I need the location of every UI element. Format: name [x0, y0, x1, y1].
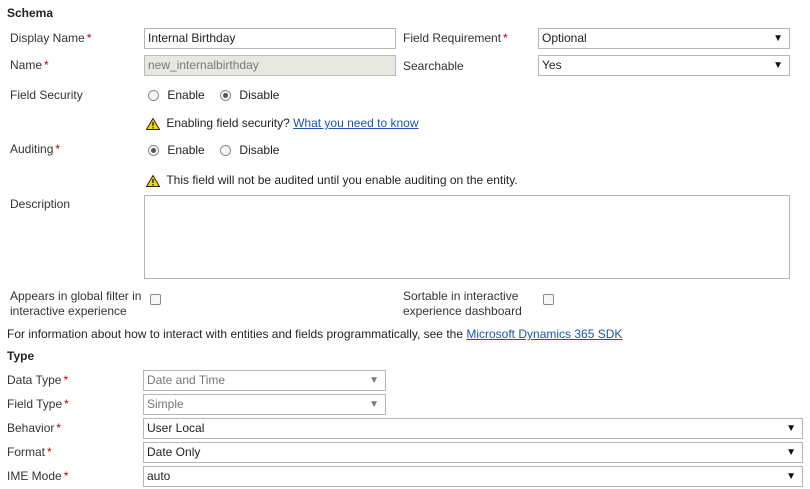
field-security-radio-group: Enable Disable [148, 88, 279, 102]
dropdown-arrow-icon: ▼ [786, 423, 796, 434]
global-filter-checkbox[interactable] [150, 294, 161, 305]
auditing-disable-radio[interactable] [220, 145, 232, 157]
required-marker: * [44, 58, 49, 72]
sdk-note-text: For information about how to interact wi… [7, 327, 463, 341]
required-marker: * [55, 142, 61, 156]
required-marker: * [64, 397, 69, 411]
field-security-warning-text: Enabling field security? [166, 116, 290, 130]
format-select[interactable]: Date Only ▼ [143, 442, 803, 463]
behavior-label: Behavior * [7, 421, 62, 435]
auditing-warning-text: This field will not be audited until you… [166, 173, 518, 187]
format-label: Format * [7, 445, 52, 459]
sdk-note: For information about how to interact wi… [7, 327, 622, 341]
auditing-warning: This field will not be audited until you… [146, 173, 518, 187]
searchable-select[interactable]: Yes ▼ [538, 55, 790, 76]
warning-icon [146, 174, 160, 187]
description-textarea[interactable] [144, 195, 790, 279]
required-marker: * [86, 31, 92, 45]
auditing-enable-radio[interactable] [148, 145, 159, 157]
data-type-label: Data Type * [7, 373, 69, 387]
display-name-label: Display Name * [10, 31, 92, 45]
name-input[interactable]: new_internalbirthday [144, 55, 396, 76]
ime-mode-select[interactable]: auto ▼ [143, 466, 803, 487]
searchable-label: Searchable [403, 59, 464, 73]
field-type-select[interactable]: Simple ▼ [143, 394, 386, 415]
required-marker: * [503, 31, 508, 45]
required-marker: * [63, 373, 69, 387]
sdk-link[interactable]: Microsoft Dynamics 365 SDK [466, 327, 622, 341]
field-type-label: Field Type * [7, 397, 69, 411]
required-marker: * [56, 421, 62, 435]
field-requirement-label: Field Requirement * [403, 31, 508, 45]
auditing-disable-label[interactable]: Disable [239, 143, 279, 157]
required-marker: * [63, 469, 69, 483]
behavior-select[interactable]: User Local ▼ [143, 418, 803, 439]
dropdown-arrow-icon: ▼ [773, 33, 783, 44]
field-security-label: Field Security [10, 88, 83, 102]
description-label: Description [10, 197, 71, 211]
dropdown-arrow-icon: ▼ [773, 60, 783, 71]
field-security-enable-radio[interactable] [148, 90, 159, 102]
schema-section-title: Schema [7, 6, 54, 20]
what-you-need-to-know-link[interactable]: What you need to know [293, 116, 418, 130]
ime-mode-label: IME Mode * [7, 469, 69, 483]
auditing-enable-label[interactable]: Enable [167, 143, 204, 157]
field-security-disable-radio[interactable] [220, 90, 232, 102]
required-marker: * [47, 445, 52, 459]
field-requirement-select[interactable]: Optional ▼ [538, 28, 790, 49]
display-name-input[interactable]: Internal Birthday [144, 28, 396, 49]
sortable-checkbox[interactable] [543, 294, 554, 305]
field-security-warning: Enabling field security? What you need t… [146, 116, 419, 130]
dropdown-arrow-icon: ▼ [786, 447, 796, 458]
data-type-select[interactable]: Date and Time ▼ [143, 370, 386, 391]
dropdown-arrow-icon: ▼ [786, 471, 796, 482]
warning-icon [146, 117, 160, 130]
auditing-radio-group: Enable Disable [148, 143, 279, 157]
auditing-label: Auditing * [10, 142, 61, 156]
field-security-disable-label[interactable]: Disable [239, 88, 279, 102]
dropdown-arrow-icon: ▼ [369, 399, 379, 410]
dropdown-arrow-icon: ▼ [369, 375, 379, 386]
sortable-label: Sortable in interactive experience dashb… [403, 289, 522, 318]
global-filter-label: Appears in global filter in interactive … [10, 289, 142, 318]
name-label: Name * [10, 58, 49, 72]
field-security-enable-label[interactable]: Enable [167, 88, 204, 102]
type-section-title: Type [7, 349, 35, 363]
